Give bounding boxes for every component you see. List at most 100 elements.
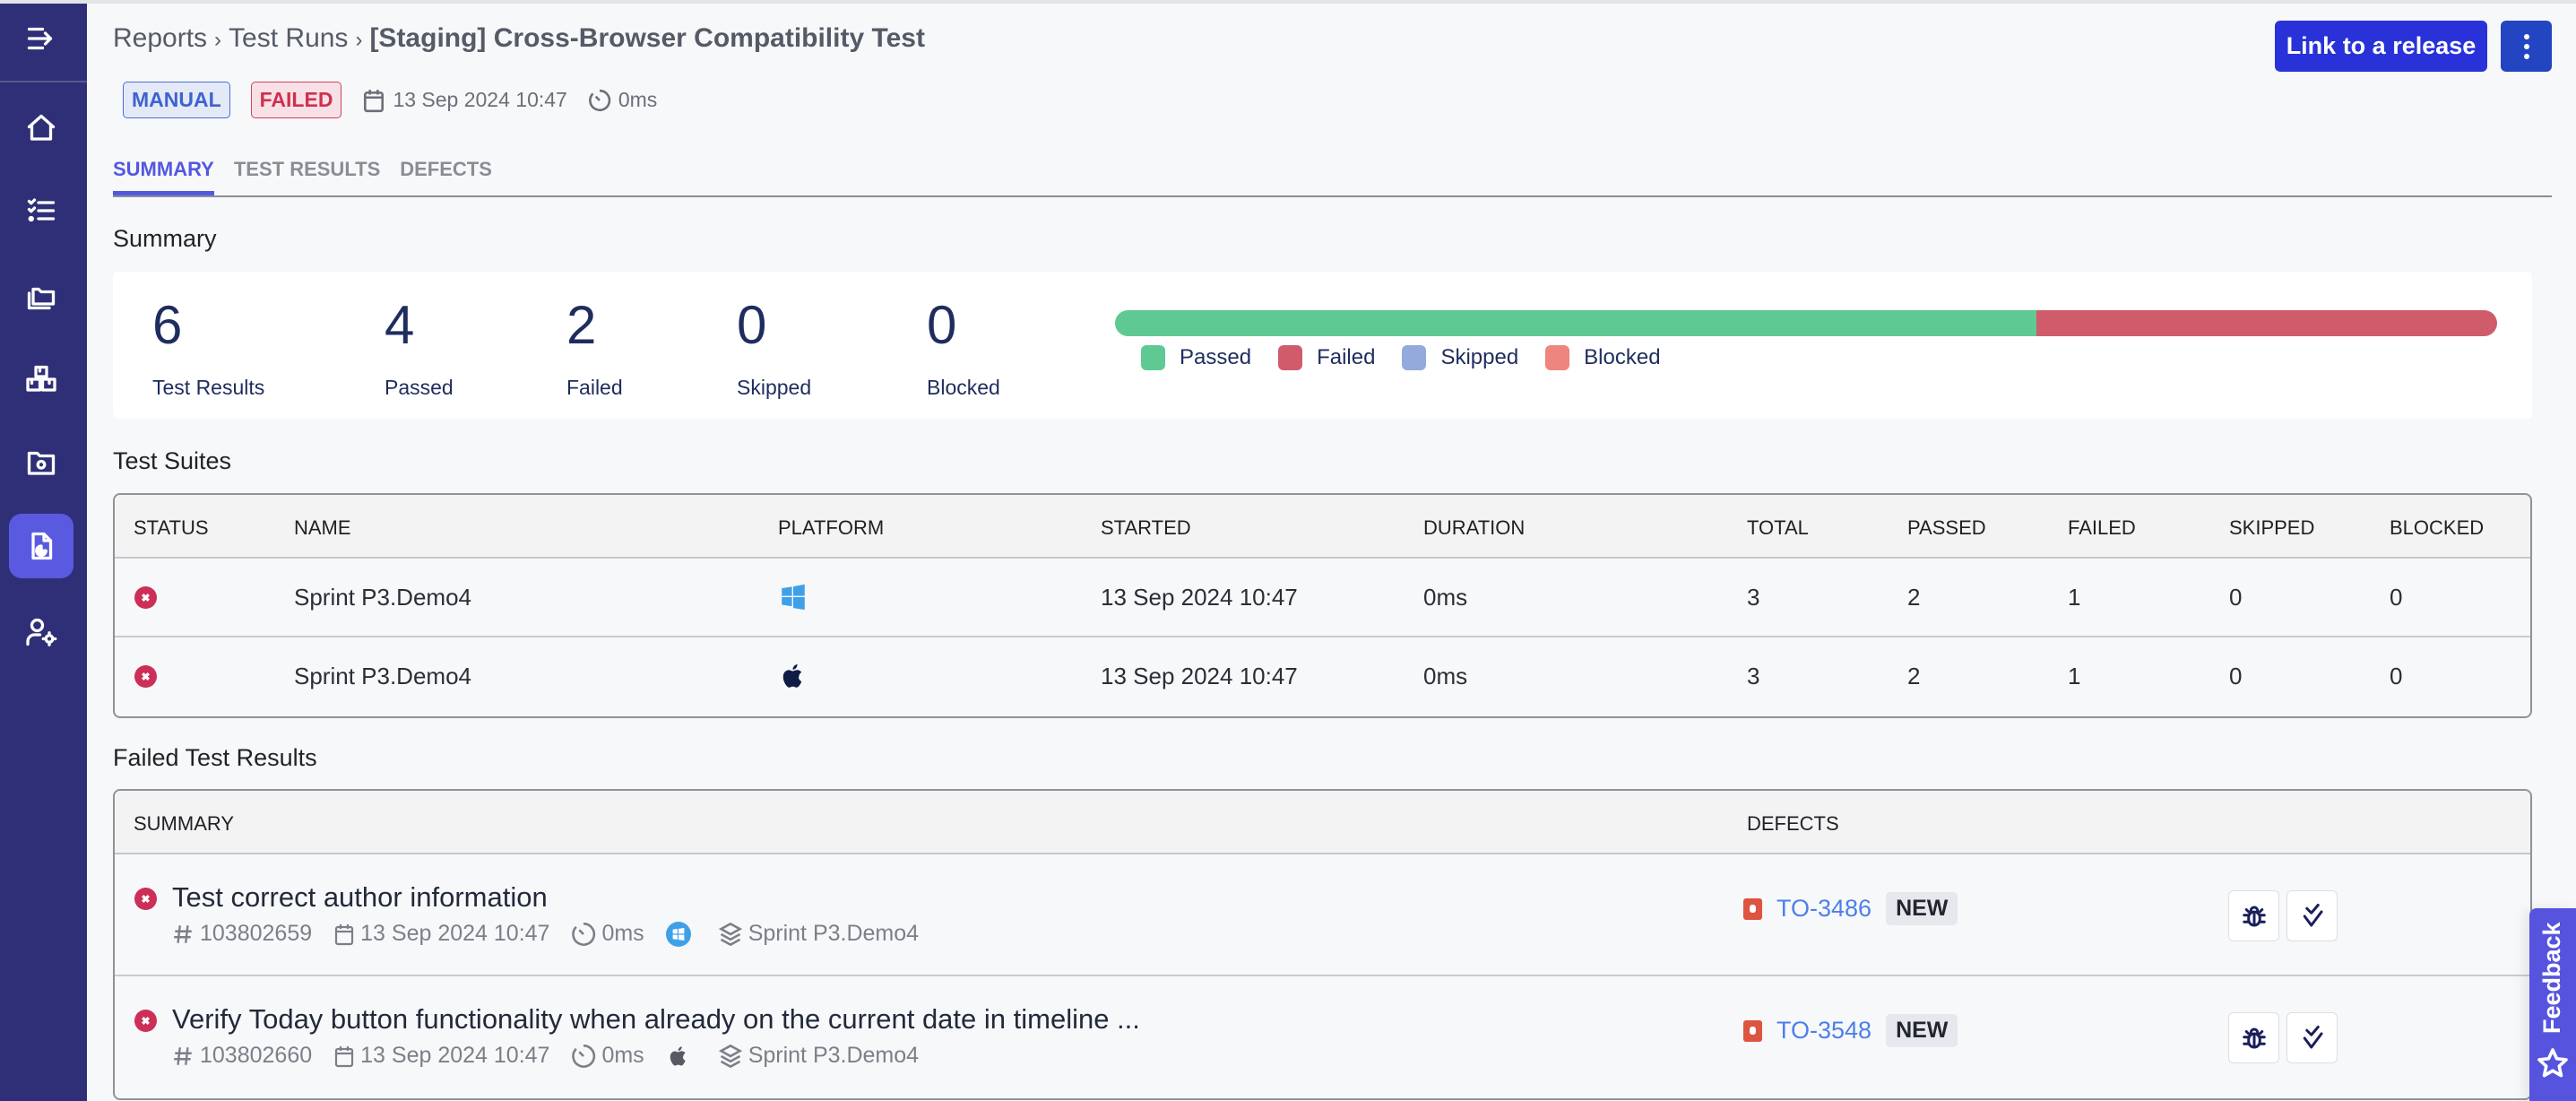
jira-bug-icon: [1743, 1019, 1762, 1042]
stat-value: 0: [737, 295, 767, 355]
tabs-divider: [113, 195, 2552, 197]
col-platform: PLATFORM: [778, 516, 885, 539]
defect: TO-3486 NEW: [1743, 892, 1958, 925]
legend-item-skipped: Skipped: [1402, 345, 1518, 370]
star-icon: [2537, 1048, 2568, 1078]
tab-test-results[interactable]: TEST RESULTS: [234, 158, 380, 192]
test-title[interactable]: Test correct author information: [172, 881, 548, 914]
legend-label: Failed: [1317, 345, 1376, 369]
suite-blocked: 0: [2390, 584, 2403, 611]
legend-swatch: [1278, 345, 1303, 370]
legend-item-failed: Failed: [1278, 345, 1375, 370]
calendar-icon: [362, 88, 385, 113]
more-options-button[interactable]: [2501, 21, 2552, 72]
checklist-icon: [27, 198, 56, 222]
folder-gear-icon: [27, 451, 56, 475]
sidebar-item-projects[interactable]: [9, 264, 73, 328]
hash-icon: [171, 1044, 194, 1069]
suite-total: 3: [1747, 663, 1760, 689]
sidebar-item-user-settings[interactable]: [9, 600, 73, 664]
test-title[interactable]: Verify Today button functionality when a…: [172, 1003, 1140, 1036]
suite-name-link[interactable]: Sprint P3.Demo4: [294, 584, 471, 611]
hash-icon: [171, 922, 194, 947]
test-date: 13 Sep 2024 10:47: [360, 921, 550, 946]
col-passed: PASSED: [1907, 516, 1986, 539]
home-icon: [27, 114, 56, 141]
mark-resolved-button[interactable]: [2286, 1012, 2338, 1063]
defect-link[interactable]: TO-3486: [1776, 895, 1871, 923]
test-suites-table: STATUS NAME PLATFORM STARTED DURATION TO…: [113, 493, 2532, 718]
suite-blocked: 0: [2390, 663, 2403, 689]
table-row[interactable]: Test correct author information 10380265…: [115, 854, 2530, 976]
windows-icon: [665, 921, 691, 947]
col-name: NAME: [294, 516, 351, 539]
test-meta: 103802659 13 Sep 2024 10:47 0ms Sprint P…: [171, 921, 940, 947]
col-blocked: BLOCKED: [2390, 516, 2485, 539]
test-id: 103802659: [200, 921, 313, 946]
breadcrumb-test-runs[interactable]: Test Runs: [229, 23, 348, 53]
results-progress-bar: [1115, 310, 2497, 336]
sidebar-divider: [0, 81, 87, 82]
link-to-release-button[interactable]: Link to a release: [2275, 21, 2487, 72]
stat-skipped: 0 Skipped: [737, 299, 811, 400]
defect-status-badge: NEW: [1886, 892, 1958, 925]
folders-icon: [27, 287, 56, 310]
col-total: TOTAL: [1747, 516, 1809, 539]
table-row[interactable]: Sprint P3.Demo4 13 Sep 2024 10:47 0ms 3 …: [115, 559, 2530, 637]
progress-segment-failed: [2036, 310, 2497, 336]
boxes-icon: [26, 365, 56, 392]
test-id: 103802660: [200, 1043, 313, 1068]
status-failed-icon: [134, 586, 157, 609]
bug-icon: [2242, 906, 2266, 926]
suite-passed: 2: [1907, 584, 1921, 611]
feedback-tab[interactable]: Feedback: [2529, 908, 2576, 1101]
breadcrumb-reports[interactable]: Reports: [113, 23, 207, 53]
sidebar-item-home[interactable]: [9, 96, 73, 160]
sidebar: [0, 4, 87, 1101]
col-skipped: SKIPPED: [2229, 516, 2315, 539]
progress-legend: Passed Failed Skipped Blocked: [1141, 345, 1688, 370]
menu-arrow-icon: [27, 27, 53, 50]
suite-skipped: 0: [2229, 663, 2243, 689]
tab-summary[interactable]: SUMMARY: [113, 158, 214, 195]
stat-label: Test Results: [152, 376, 265, 399]
col-started: STARTED: [1101, 516, 1191, 539]
report-bug-button[interactable]: [2228, 890, 2279, 941]
status-badge: FAILED: [250, 82, 342, 118]
stat-label: Failed: [566, 376, 623, 399]
jira-bug-icon: [1743, 897, 1762, 920]
sidebar-item-reports[interactable]: [9, 514, 73, 578]
status-failed-icon: [134, 888, 157, 910]
summary-title: Summary: [113, 225, 217, 252]
tab-defects[interactable]: DEFECTS: [400, 158, 492, 192]
defect-link[interactable]: TO-3548: [1776, 1017, 1871, 1045]
suite-passed: 2: [1907, 663, 1921, 689]
stat-value: 0: [927, 295, 957, 355]
suite-name-link[interactable]: Sprint P3.Demo4: [294, 663, 471, 690]
failed-results-title: Failed Test Results: [113, 744, 317, 771]
status-failed-icon: [134, 1010, 157, 1032]
table-row[interactable]: Sprint P3.Demo4 13 Sep 2024 10:47 0ms 3 …: [115, 637, 2530, 716]
report-icon: [31, 532, 53, 560]
report-bug-button[interactable]: [2228, 1012, 2279, 1063]
test-meta: 103802660 13 Sep 2024 10:47 0ms Sprint P…: [171, 1043, 940, 1069]
table-row[interactable]: Verify Today button functionality when a…: [115, 976, 2530, 1098]
suite-skipped: 0: [2229, 584, 2243, 611]
stat-test-results: 6 Test Results: [152, 299, 264, 400]
col-status: STATUS: [134, 516, 209, 539]
legend-label: Passed: [1180, 345, 1252, 369]
calendar-icon: [333, 922, 355, 947]
mark-resolved-button[interactable]: [2286, 890, 2338, 941]
sidebar-collapse-button[interactable]: [9, 6, 73, 71]
legend-item-blocked: Blocked: [1545, 345, 1661, 370]
timer-icon: [571, 1044, 596, 1069]
col-defects: DEFECTS: [1747, 812, 1839, 835]
sidebar-item-test-cases[interactable]: [9, 178, 73, 243]
stat-value: 4: [385, 295, 415, 355]
sidebar-item-test-settings[interactable]: [9, 430, 73, 495]
col-failed: FAILED: [2068, 516, 2136, 539]
progress-segment-passed: [1115, 310, 2036, 336]
table-header: STATUS NAME PLATFORM STARTED DURATION TO…: [115, 495, 2530, 559]
suite-duration: 0ms: [1423, 663, 1468, 689]
sidebar-item-integrations[interactable]: [9, 347, 73, 412]
